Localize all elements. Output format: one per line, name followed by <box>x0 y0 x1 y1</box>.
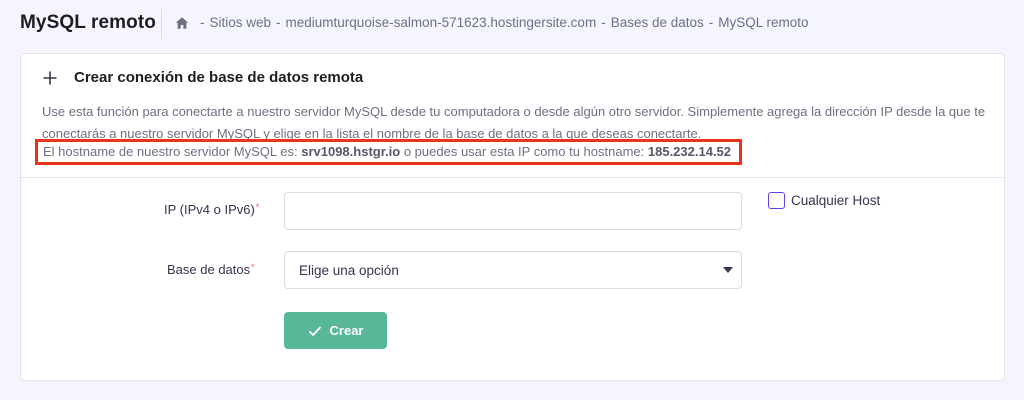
any-host-option[interactable]: Cualquier Host <box>768 192 880 209</box>
breadcrumb-separator: - <box>276 15 281 30</box>
remote-connection-card: Crear conexión de base de datos remota U… <box>20 53 1005 381</box>
breadcrumb: - Sitios web - mediumturquoise-salmon-57… <box>175 15 809 30</box>
card-divider <box>21 177 1004 178</box>
breadcrumb-item-websites[interactable]: Sitios web <box>210 15 272 30</box>
database-label-text: Base de datos <box>167 262 251 277</box>
home-icon[interactable] <box>175 16 189 30</box>
page-header: MySQL remoto - Sitios web - mediumturquo… <box>0 0 1024 48</box>
database-label: Base de datos* <box>167 262 255 277</box>
ip-label-text: IP (IPv4 o IPv6) <box>164 202 255 217</box>
card-header: Crear conexión de base de datos remota <box>43 69 363 86</box>
create-button-label: Crear <box>329 323 364 338</box>
hostname-server: srv1098.hstgr.io <box>301 144 401 159</box>
title-divider <box>161 9 162 39</box>
ip-label: IP (IPv4 o IPv6)* <box>164 202 259 217</box>
create-button[interactable]: Crear <box>284 312 387 349</box>
breadcrumb-separator: - <box>601 15 606 30</box>
check-icon <box>308 324 322 338</box>
breadcrumb-separator: - <box>708 15 714 30</box>
breadcrumb-item-databases[interactable]: Bases de datos <box>611 15 704 30</box>
breadcrumb-separator: - <box>200 15 205 30</box>
required-mark: * <box>251 262 255 272</box>
breadcrumb-item-remote-mysql: MySQL remoto <box>718 15 809 30</box>
hostname-prefix: El hostname de nuestro servidor MySQL es… <box>43 144 298 159</box>
required-mark: * <box>255 202 260 212</box>
any-host-checkbox[interactable] <box>768 192 785 209</box>
breadcrumb-item-domain[interactable]: mediumturquoise-salmon-571623.hostingers… <box>286 15 597 30</box>
database-select[interactable]: Elige una opción <box>284 251 742 289</box>
card-title: Crear conexión de base de datos remota <box>74 69 364 86</box>
hostname-ip: 185.232.14.52 <box>647 144 732 159</box>
any-host-label[interactable]: Cualquier Host <box>791 193 880 208</box>
chevron-down-icon <box>723 267 733 273</box>
page-title: MySQL remoto <box>20 12 156 33</box>
plus-icon <box>43 71 57 85</box>
hostname-highlight: El hostname de nuestro servidor MySQL es… <box>35 139 742 165</box>
ip-input[interactable] <box>284 192 742 230</box>
hostname-middle: o puedes usar esta IP como tu hostname: <box>403 144 645 159</box>
database-select-value: Elige una opción <box>299 262 399 278</box>
